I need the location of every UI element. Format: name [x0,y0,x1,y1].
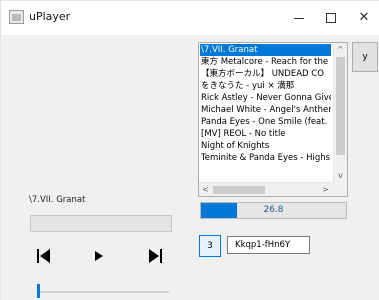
previous-track-button[interactable] [37,246,51,266]
scrollbar-corner [333,182,347,196]
playback-progress-bar: 26.8 [200,202,347,219]
song-list-item[interactable]: Rick Astley - Never Gonna Give [200,92,331,104]
minimize-icon [294,18,304,19]
seek-track[interactable] [37,291,169,293]
song-list-item[interactable]: 東方 Metalcore - Reach for the [200,56,331,68]
close-button[interactable]: ✕ [350,7,378,29]
next-track-button[interactable] [148,246,162,266]
song-list-item[interactable]: Teminite & Panda Eyes - Highs [200,152,331,164]
play-button[interactable] [95,246,105,266]
number-button[interactable]: 3 [199,235,221,257]
close-icon: ✕ [358,10,370,25]
title-bar[interactable]: uPlayer ✕ [1,1,379,35]
maximize-icon [326,13,336,23]
progress-value: 26.8 [263,205,284,215]
y-button[interactable]: y [352,42,378,72]
song-list-vertical-scrollbar[interactable]: ^ v [333,43,347,182]
song-list-item[interactable]: Panda Eyes - One Smile (feat. [200,116,331,128]
seek-thumb[interactable] [37,284,40,298]
vertical-scroll-thumb[interactable] [336,57,345,155]
minimize-button[interactable] [285,7,313,29]
scroll-right-icon[interactable]: > [319,183,332,196]
song-list-item[interactable]: 【東方ボーカル】 UNDEAD CO [200,68,331,80]
song-list-item[interactable]: をきなうた - yui × 満那 [200,80,331,92]
scroll-left-icon[interactable]: < [199,183,212,196]
uplayer-window: uPlayer ✕ \7.VII. Granat 東方 Metalcore - … [0,0,379,300]
horizontal-scroll-thumb[interactable] [213,186,265,194]
seek-slider[interactable] [37,282,169,298]
song-list-item[interactable]: [MV] REOL - No title [200,128,331,140]
app-icon [9,10,24,24]
song-list[interactable]: \7.VII. Granat 東方 Metalcore - Reach for … [198,42,348,197]
scroll-up-icon[interactable]: ^ [334,43,347,56]
song-list-item[interactable]: Night of Knights [200,140,331,152]
song-list-item[interactable]: \7.VII. Granat [200,44,331,56]
scroll-down-icon[interactable]: v [334,169,347,182]
video-id-field[interactable]: Kkqp1-fHn6Y [227,236,310,254]
song-list-item[interactable]: Michael White - Angel's Anther [200,104,331,116]
now-playing-title: \7.VII. Granat [29,195,86,205]
status-box [30,215,172,232]
song-list-horizontal-scrollbar[interactable]: < > [199,182,333,196]
client-area: \7.VII. Granat 東方 Metalcore - Reach for … [1,35,379,300]
maximize-button[interactable] [317,7,345,29]
window-title: uPlayer [29,10,71,23]
